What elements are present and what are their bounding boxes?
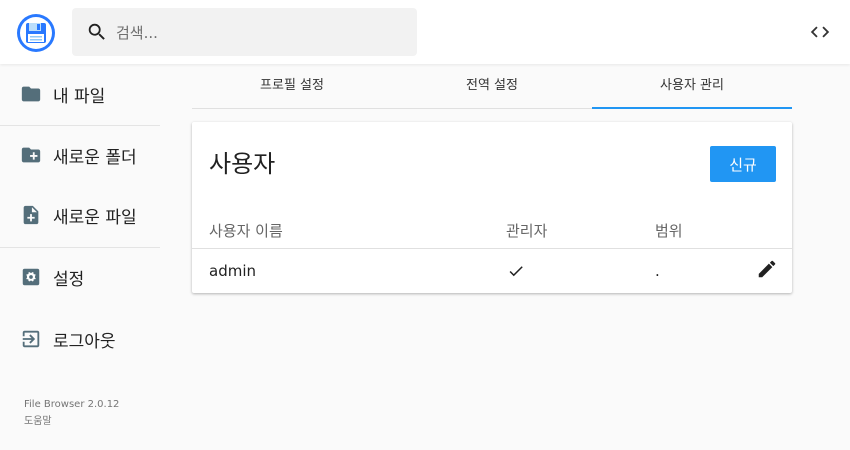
sidebar-item-settings[interactable]: 설정 xyxy=(0,247,160,307)
settings-tabs: 프로필 설정 전역 설정 사용자 관리 xyxy=(192,64,792,109)
sidebar-item-logout[interactable]: 로그아웃 xyxy=(0,309,160,369)
settings-icon xyxy=(20,266,42,288)
sidebar-item-new-file[interactable]: 새로운 파일 xyxy=(0,185,160,245)
users-card: 사용자 신규 사용자 이름 관리자 범위 admin . xyxy=(192,122,792,293)
column-header-scope: 범위 xyxy=(655,222,683,240)
search-box[interactable]: 검색... xyxy=(72,8,417,56)
sidebar-item-label: 새로운 파일 xyxy=(53,208,137,228)
check-icon xyxy=(506,262,526,280)
search-icon xyxy=(86,21,108,43)
code-icon[interactable] xyxy=(806,19,834,45)
tab-profile-settings[interactable]: 프로필 설정 xyxy=(192,64,392,109)
sidebar-item-label: 새로운 폴더 xyxy=(53,148,137,168)
search-input[interactable]: 검색... xyxy=(116,22,158,43)
edit-icon[interactable] xyxy=(756,258,778,280)
column-header-username: 사용자 이름 xyxy=(209,222,283,240)
sidebar-item-label: 로그아웃 xyxy=(53,332,116,352)
folder-icon xyxy=(20,83,42,105)
new-user-button[interactable]: 신규 xyxy=(710,146,776,182)
tab-user-management[interactable]: 사용자 관리 xyxy=(592,64,792,109)
help-link[interactable]: 도움말 xyxy=(24,412,52,427)
user-username-cell: admin xyxy=(209,262,256,280)
sidebar-item-label: 내 파일 xyxy=(53,87,106,107)
sidebar-item-my-files[interactable]: 내 파일 xyxy=(0,64,160,124)
column-header-admin: 관리자 xyxy=(506,222,548,240)
sidebar-item-label: 설정 xyxy=(53,270,85,290)
note-add-icon xyxy=(20,204,42,226)
page-title: 사용자 xyxy=(209,150,276,178)
file-browser-logo-icon[interactable] xyxy=(16,13,56,53)
sidebar-item-new-folder[interactable]: 새로운 폴더 xyxy=(0,125,160,185)
version-label: File Browser 2.0.12 xyxy=(24,399,120,410)
sidebar: 내 파일 새로운 폴더 새로운 파일 설정 로그아웃 xyxy=(0,64,160,450)
user-scope-cell: . xyxy=(655,262,660,280)
top-bar: 검색... xyxy=(0,0,850,64)
exit-icon xyxy=(20,328,42,350)
table-divider xyxy=(192,248,792,249)
tab-global-settings[interactable]: 전역 설정 xyxy=(392,64,592,109)
create-new-folder-icon xyxy=(20,144,42,166)
